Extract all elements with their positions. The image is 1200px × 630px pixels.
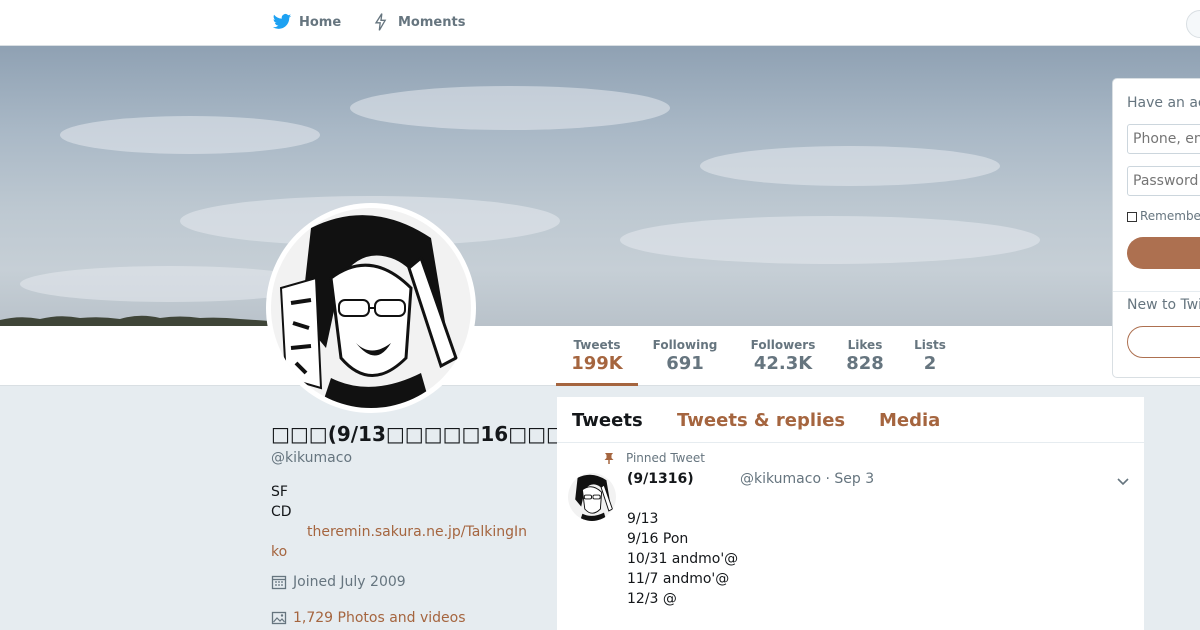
avatar-illustration	[271, 208, 471, 408]
remember-me[interactable]: Remembe	[1127, 209, 1200, 223]
search-box[interactable]	[1186, 10, 1200, 38]
joined-text: Joined July 2009	[293, 574, 406, 590]
profile-bio: SF CD	[271, 482, 292, 522]
timeline-tabs: Tweets Tweets & replies Media	[557, 397, 1144, 443]
stat-lists[interactable]: Lists 2	[909, 338, 951, 374]
stat-tweets[interactable]: Tweets 199K	[556, 338, 638, 386]
nav-moments-label: Moments	[398, 14, 466, 30]
stat-label: Lists	[914, 338, 946, 352]
phone-email-input[interactable]	[1127, 124, 1200, 154]
tab-media[interactable]: Media	[879, 410, 940, 431]
profile-nav: Tweets 199K Following 691 Followers 42.3…	[0, 326, 1200, 386]
stat-likes[interactable]: Likes 828	[842, 338, 888, 374]
divider	[1113, 291, 1200, 292]
stat-label: Likes	[847, 338, 883, 352]
profile-photos-link[interactable]: 1,729 Photos and videos	[271, 610, 466, 626]
chevron-down-icon[interactable]	[1115, 473, 1131, 489]
tweet-author-handle[interactable]: @kikumaco · Sep 3	[740, 471, 874, 487]
photos-text: 1,729 Photos and videos	[293, 610, 466, 626]
twitter-bird-icon	[272, 14, 292, 29]
stat-label: Followers	[750, 338, 816, 352]
tweet-line: 9/16 Pon	[627, 531, 689, 547]
login-card: Have an ac Remembe New to Twi	[1112, 78, 1200, 378]
tweet-author-name[interactable]: (9/1316)	[627, 471, 694, 487]
photo-icon	[271, 611, 287, 625]
calendar-icon	[271, 575, 287, 590]
login-button[interactable]	[1127, 237, 1200, 269]
password-input[interactable]	[1127, 166, 1200, 196]
lightning-icon	[374, 13, 387, 31]
stat-value: 828	[846, 353, 884, 374]
signup-prompt: New to Twi	[1127, 297, 1200, 313]
profile-joined: Joined July 2009	[271, 574, 406, 590]
tweet-avatar[interactable]	[568, 473, 616, 521]
tweet-text: 9/13 9/16 Pon 10/31 andmo'@ 11/7 andmo'@…	[627, 509, 738, 609]
tweet-line: 9/13	[627, 511, 659, 527]
login-title: Have an ac	[1127, 95, 1200, 111]
nav-moments[interactable]: Moments	[371, 12, 465, 32]
stat-value: 2	[923, 353, 937, 374]
tweet-line: 11/7 andmo'@	[627, 571, 730, 587]
pin-icon	[604, 453, 614, 464]
stat-value: 691	[666, 353, 704, 374]
stat-value: 42.3K	[753, 353, 813, 374]
stat-following[interactable]: Following 691	[647, 338, 723, 374]
bio-line: CD	[271, 504, 292, 520]
remember-checkbox[interactable]	[1127, 212, 1137, 222]
timeline: Tweets Tweets & replies Media Pinned Twe…	[557, 397, 1144, 630]
profile-name[interactable]: □□□(9/13□□□□□16□□□□)	[271, 422, 593, 446]
top-nav: Home Moments	[0, 0, 1200, 46]
stat-value: 199K	[571, 353, 623, 374]
tab-tweets-replies[interactable]: Tweets & replies	[677, 410, 845, 431]
stat-label: Following	[652, 338, 718, 352]
tweet-line: 12/3 @	[627, 591, 677, 607]
nav-home-label: Home	[299, 14, 342, 30]
nav-home[interactable]: Home	[272, 12, 341, 32]
profile-website-link[interactable]: theremin.sakura.ne.jp/TalkingInko	[271, 522, 531, 562]
profile-handle[interactable]: @kikumaco	[271, 450, 352, 466]
remember-label: Remembe	[1140, 209, 1200, 223]
stat-followers[interactable]: Followers 42.3K	[745, 338, 821, 374]
pinned-indicator: Pinned Tweet	[602, 451, 705, 465]
pinned-tweet[interactable]: Pinned Tweet (9/1316) @kikumaco · Sep 3 …	[557, 443, 1144, 630]
tab-tweets[interactable]: Tweets	[572, 410, 643, 431]
signup-button[interactable]	[1127, 326, 1200, 358]
profile-avatar[interactable]	[266, 203, 476, 413]
tweet-line: 10/31 andmo'@	[627, 551, 739, 567]
bio-line: SF	[271, 484, 288, 500]
pinned-label: Pinned Tweet	[626, 451, 705, 465]
avatar-illustration	[568, 473, 616, 521]
profile-banner	[0, 46, 1200, 326]
treeline	[0, 315, 270, 326]
stat-label: Tweets	[573, 338, 621, 352]
